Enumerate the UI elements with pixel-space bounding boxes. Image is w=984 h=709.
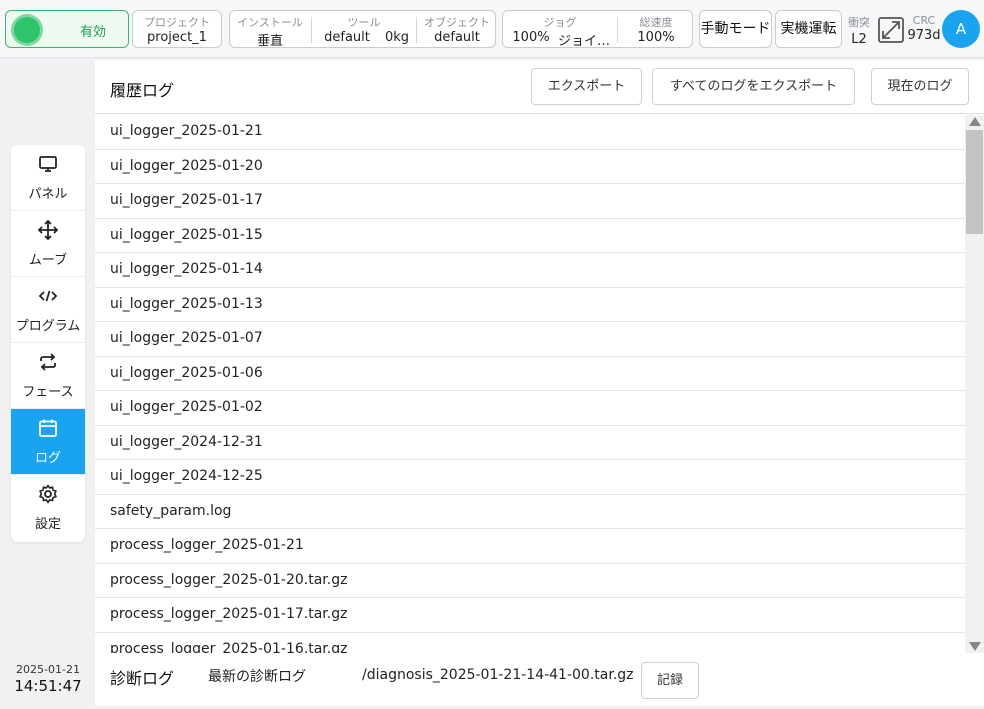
object-caption: オブジェクト: [424, 16, 490, 29]
log-file-row[interactable]: ui_logger_2025-01-15: [95, 219, 965, 253]
collision-caption: 衝突: [848, 16, 870, 29]
log-file-row[interactable]: safety_param.log: [95, 495, 965, 529]
collision-level[interactable]: 衝突 L2: [846, 14, 872, 47]
log-file-row[interactable]: ui_logger_2025-01-20: [95, 150, 965, 184]
total-speed-caption: 総速度: [639, 16, 673, 29]
clock: 2025-01-21 14:51:47: [8, 663, 88, 695]
project-caption: プロジェクト: [144, 16, 210, 29]
sidebar-item-log[interactable]: ログ: [11, 409, 85, 475]
page-title: 履歴ログ: [110, 81, 175, 100]
export-all-button[interactable]: すべてのログをエクスポート: [652, 68, 855, 105]
scrollbar[interactable]: [965, 115, 984, 653]
top-status-bar: 有効 プロジェクト project_1 インストール 垂直 ツール defaul…: [0, 0, 984, 58]
log-file-row[interactable]: ui_logger_2024-12-25: [95, 460, 965, 495]
sidebar-item-settings[interactable]: 設定: [11, 475, 85, 541]
latest-diagnostic-label: 最新の診断ログ: [208, 669, 306, 685]
latest-diagnostic-path: /diagnosis_2025-01-21-14-41-00.tar.gz: [362, 667, 634, 683]
enable-toggle[interactable]: 有効: [5, 10, 129, 48]
log-file-list: ui_logger_2025-01-21 ui_logger_2025-01-20…: [95, 115, 965, 653]
enable-status-dot: [14, 17, 40, 43]
calendar-icon: [39, 419, 57, 437]
jog-speed-group[interactable]: ジョグ 100% ジョイ… 総速度 100%: [502, 10, 693, 49]
log-file-row[interactable]: ui_logger_2025-01-06: [95, 357, 965, 391]
log-file-row[interactable]: process_logger_2025-01-17.tar.gz: [95, 598, 965, 633]
clock-date: 2025-01-21: [16, 663, 80, 676]
record-button[interactable]: 記録: [641, 662, 699, 699]
history-log-panel: 履歴ログ エクスポート すべてのログをエクスポート 現在のログ ui_logge…: [95, 60, 984, 706]
sidebar-item-panel[interactable]: パネル: [11, 145, 85, 211]
sidebar-item-label: 設定: [34, 517, 61, 532]
diagnostic-log-bar: 診断ログ 最新の診断ログ /diagnosis_2025-01-21-14-41…: [95, 653, 984, 706]
install-caption: インストール: [237, 16, 303, 29]
log-file-row[interactable]: ui_logger_2025-01-02: [95, 391, 965, 426]
scroll-up-arrow-icon[interactable]: [969, 117, 981, 126]
crc-readout: CRC 973d: [907, 14, 941, 43]
jog-caption: ジョグ: [543, 16, 577, 29]
crc-caption: CRC: [912, 14, 936, 27]
tool-name: default: [324, 30, 370, 45]
panel-header: 履歴ログ エクスポート すべてのログをエクスポート 現在のログ: [95, 60, 984, 114]
sidebar-item-move[interactable]: ムーブ: [11, 211, 85, 277]
gear-icon: [39, 484, 57, 504]
code-icon: [38, 290, 58, 302]
log-file-row[interactable]: ui_logger_2025-01-21: [95, 115, 965, 150]
log-file-row[interactable]: process_logger_2025-01-16.tar.gz: [95, 633, 965, 654]
diagnostic-title: 診断ログ: [110, 669, 175, 688]
manual-mode-button[interactable]: 手動モード: [699, 10, 772, 48]
log-file-row[interactable]: ui_logger_2025-01-14: [95, 253, 965, 288]
clock-time: 14:51:47: [14, 677, 82, 695]
project-selector[interactable]: プロジェクト project_1: [132, 10, 222, 48]
fullscreen-icon[interactable]: [877, 16, 905, 44]
object-value: default: [434, 30, 480, 45]
sidebar-item-label: プログラム: [15, 319, 81, 334]
log-file-row[interactable]: ui_logger_2025-01-13: [95, 288, 965, 322]
swap-icon: [40, 353, 56, 371]
jog-mode: ジョイ…: [557, 34, 610, 49]
sidebar-item-label: パネル: [28, 187, 68, 202]
tool-payload: 0kg: [384, 30, 410, 45]
log-file-row[interactable]: ui_logger_2025-01-07: [95, 322, 965, 357]
jog-speed: 100%: [512, 30, 550, 45]
crc-value: 973d: [907, 28, 941, 43]
sidebar-item-label: ログ: [34, 451, 61, 466]
scroll-thumb[interactable]: [966, 130, 983, 234]
current-log-button[interactable]: 現在のログ: [871, 68, 969, 105]
sidebar-item-label: ムーブ: [28, 253, 68, 268]
user-avatar[interactable]: A: [942, 10, 980, 48]
sidebar: パネル ムーブ プログラム フェース ログ 設定: [11, 145, 85, 542]
log-file-row[interactable]: process_logger_2025-01-21: [95, 529, 965, 564]
install-tool-object-group[interactable]: インストール 垂直 ツール default 0kg オブジェクト default: [229, 10, 496, 49]
monitor-icon: [39, 156, 57, 172]
enable-label: 有効: [79, 25, 106, 40]
sidebar-item-face[interactable]: フェース: [11, 343, 85, 409]
install-value: 垂直: [256, 34, 283, 49]
log-file-row[interactable]: ui_logger_2024-12-31: [95, 426, 965, 460]
scroll-down-arrow-icon[interactable]: [969, 642, 981, 651]
move-icon: [38, 220, 58, 240]
tool-caption: ツール: [347, 16, 381, 29]
log-file-row[interactable]: ui_logger_2025-01-17: [95, 184, 965, 219]
total-speed-value: 100%: [637, 30, 675, 45]
export-button[interactable]: エクスポート: [531, 68, 642, 105]
project-value: project_1: [147, 30, 207, 45]
sidebar-item-label: フェース: [22, 385, 74, 400]
real-run-button[interactable]: 実機運転: [775, 10, 842, 48]
collision-value: L2: [851, 32, 867, 47]
log-file-row[interactable]: process_logger_2025-01-20.tar.gz: [95, 564, 965, 598]
sidebar-item-program[interactable]: プログラム: [11, 277, 85, 343]
